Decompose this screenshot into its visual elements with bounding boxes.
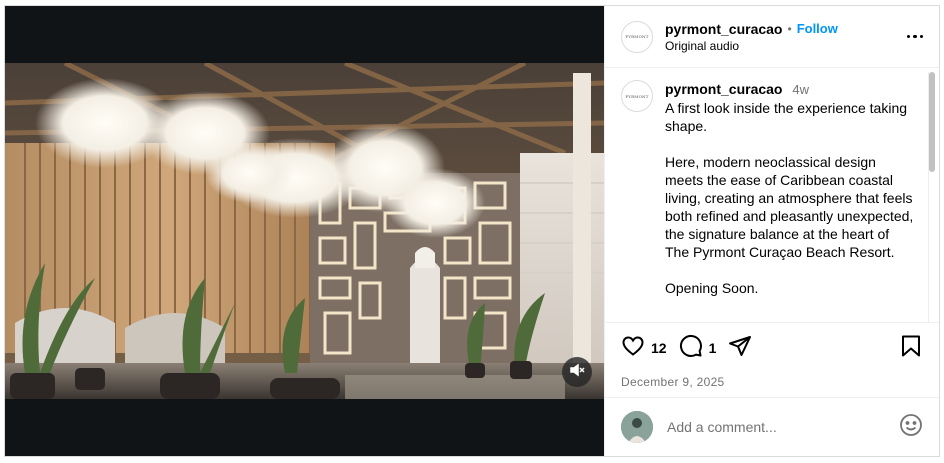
follow-button[interactable]: Follow bbox=[797, 21, 838, 36]
save-button[interactable] bbox=[899, 334, 923, 363]
comment-input[interactable] bbox=[665, 418, 899, 436]
caption-avatar[interactable]: PYRMONT bbox=[621, 80, 653, 112]
caption: PYRMONT pyrmont_curacao 4w A first look … bbox=[605, 68, 939, 297]
caption-body: pyrmont_curacao 4w A first look inside t… bbox=[665, 80, 915, 297]
like-count[interactable]: 12 bbox=[651, 340, 667, 356]
like-button[interactable]: 12 bbox=[621, 334, 667, 363]
post-date[interactable]: December 9, 2025 bbox=[605, 363, 939, 389]
avatar-logo-text: PYRMONT bbox=[625, 93, 649, 99]
comments-scroll-area[interactable]: PYRMONT pyrmont_curacao 4w A first look … bbox=[605, 68, 939, 322]
caption-time[interactable]: 4w bbox=[792, 82, 809, 97]
action-row: 12 1 bbox=[605, 323, 939, 363]
author-avatar[interactable]: PYRMONT bbox=[621, 20, 653, 53]
audio-link[interactable]: Original audio bbox=[665, 39, 838, 53]
post-sidebar: PYRMONT pyrmont_curacao • Follow Origina… bbox=[604, 6, 939, 456]
mute-button[interactable] bbox=[562, 357, 592, 387]
author-block: pyrmont_curacao • Follow Original audio bbox=[665, 21, 838, 53]
avatar-logo-text: PYRMONT bbox=[625, 34, 649, 39]
video-player[interactable] bbox=[5, 6, 604, 456]
post-header: PYRMONT pyrmont_curacao • Follow Origina… bbox=[605, 6, 939, 68]
comment-bar bbox=[605, 397, 939, 456]
caption-username[interactable]: pyrmont_curacao bbox=[665, 81, 782, 97]
caption-text: A first look inside the experience takin… bbox=[665, 100, 914, 296]
more-options-button[interactable] bbox=[906, 34, 923, 39]
separator-dot: • bbox=[787, 21, 792, 36]
muted-speaker-icon bbox=[569, 362, 585, 383]
heart-icon bbox=[621, 334, 645, 363]
share-button[interactable] bbox=[728, 334, 752, 363]
emoji-icon[interactable] bbox=[899, 413, 923, 442]
bookmark-icon bbox=[899, 335, 923, 362]
author-username[interactable]: pyrmont_curacao bbox=[665, 21, 782, 37]
resort-lobby-image bbox=[5, 63, 604, 399]
author-row: pyrmont_curacao • Follow bbox=[665, 21, 838, 37]
comment-count[interactable]: 1 bbox=[709, 340, 717, 356]
share-icon bbox=[728, 334, 752, 363]
post-dialog: PYRMONT pyrmont_curacao • Follow Origina… bbox=[4, 5, 940, 457]
post-actions: 12 1 December 9, 2025 bbox=[605, 322, 939, 403]
scrollbar[interactable] bbox=[928, 72, 936, 322]
scrollbar-thumb[interactable] bbox=[929, 72, 935, 172]
video-frame[interactable] bbox=[5, 63, 604, 399]
comment-button[interactable]: 1 bbox=[679, 334, 717, 363]
current-user-avatar bbox=[621, 411, 653, 443]
comment-icon bbox=[679, 334, 703, 363]
more-icon bbox=[906, 34, 923, 39]
